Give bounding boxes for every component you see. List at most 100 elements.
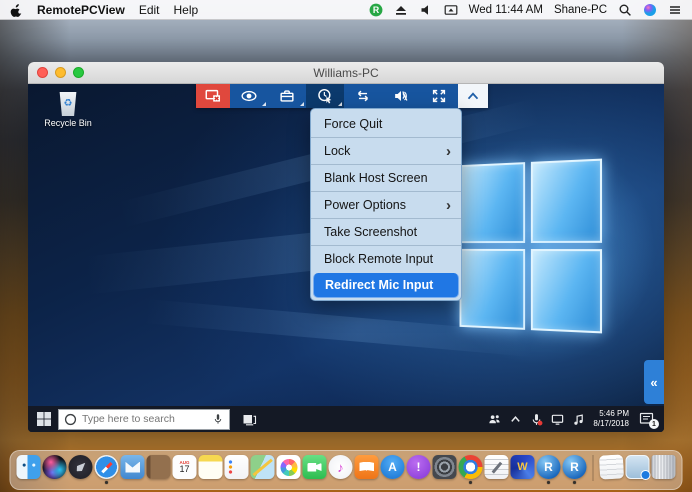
dock-icon-mail[interactable] [121,455,145,479]
dock-icon-reminders[interactable] [225,455,249,479]
people-icon[interactable] [488,413,501,426]
dock-icon-finder[interactable] [17,455,41,479]
dock-icon-facetime[interactable] [303,455,327,479]
taskbar-tray-icons [488,413,585,426]
notification-list-icon[interactable] [668,3,682,17]
recycle-bin-icon: ♻ [59,92,78,116]
tools-button[interactable] [268,84,306,108]
menu-item-label: Blank Host Screen [324,171,451,185]
disconnect-button[interactable] [196,84,230,108]
calendar-day: 17 [179,465,189,474]
dropdown-indicator-icon [338,102,342,106]
display-mirror-icon[interactable] [444,3,458,17]
menubar-app-name[interactable]: RemotePCView [37,3,125,17]
action-center-badge: 1 [649,419,659,429]
dock-icon-calendar[interactable]: AUG17 [173,455,197,479]
dock-icon-notes[interactable] [199,455,223,479]
menubar-menu-help[interactable]: Help [174,3,199,17]
search-input[interactable] [82,413,207,425]
menubar-right: R Wed 11:44 AM Shane-PC [369,3,682,17]
remote-viewer-window: Williams-PC ♻ Recycle Bin Force [28,62,664,432]
dock-icon-minimized-window[interactable] [626,455,650,479]
submenu-arrow-icon: › [446,198,451,213]
menubar-menu-edit[interactable]: Edit [139,3,160,17]
actions-button[interactable] [306,84,344,108]
menu-item-blank-host-screen[interactable]: Blank Host Screen [311,164,461,191]
view-icon [240,87,258,105]
windows-logo [460,159,602,334]
dock-icon-w-app[interactable]: W [511,455,535,479]
menu-item-force-quit[interactable]: Force Quit [311,110,461,137]
menu-item-label: Block Remote Input [324,252,451,266]
siri-icon[interactable] [643,3,657,17]
dock-glyph: W [517,462,527,473]
dock-icon-safari[interactable] [95,455,119,479]
windows-logo-pane [460,162,526,243]
windows-logo-pane [531,159,602,243]
menu-item-take-screenshot[interactable]: Take Screenshot [311,218,461,245]
menubar-status-icons: R [369,3,458,17]
menu-item-redirect-mic-input[interactable]: Redirect Mic Input [313,273,459,298]
menu-item-power-options[interactable]: Power Options› [311,191,461,218]
dock-glyph: ♪ [337,461,344,474]
dock-icon-maps[interactable] [251,455,275,479]
taskbar-search[interactable] [58,409,230,430]
action-center-button[interactable]: 1 [639,412,654,426]
dock-glyph: R [570,461,579,473]
dock-icon-contacts[interactable] [147,455,171,479]
search-icon[interactable] [618,3,632,17]
dock-icon-system-preferences[interactable] [433,455,457,479]
collapse-toolbar-button[interactable] [458,84,488,108]
recycle-bin[interactable]: ♻ Recycle Bin [38,92,98,128]
transfer-button[interactable] [344,84,382,108]
dock-icon-documents-stack[interactable] [599,454,624,479]
audio-muted-button[interactable] [382,84,420,108]
taskbar-clock[interactable]: 5:46 PM 8/17/2018 [593,409,629,428]
apple-logo-icon[interactable] [10,3,23,17]
menu-item-block-remote-input[interactable]: Block Remote Input [311,245,461,272]
close-button[interactable] [37,67,48,78]
windows-taskbar: 5:46 PM 8/17/2018 1 [28,406,664,432]
actions-menu: Force QuitLock› Blank Host Screen Power Op… [310,108,462,301]
collapse-toolbar-icon [464,87,482,105]
dock-icon-siri[interactable] [43,455,67,479]
dock-icon-ibooks[interactable] [355,455,379,479]
menu-item-lock[interactable]: Lock› [311,137,461,164]
search-mic-icon[interactable] [212,413,224,425]
volume-icon[interactable] [419,3,433,17]
disconnect-icon [204,87,222,105]
dock-icon-itunes[interactable]: ♪ [329,455,353,479]
fullscreen-button[interactable] [420,84,458,108]
running-indicator [469,481,472,484]
display-icon[interactable] [551,413,564,426]
dock-icon-remotepc-2[interactable]: R [563,455,587,479]
task-view-button[interactable] [242,412,257,427]
menubar-right-icons [618,3,682,17]
dock-icon-photos[interactable] [277,455,301,479]
eject-icon[interactable] [394,3,408,17]
zoom-button[interactable] [73,67,84,78]
dock-icon-textedit[interactable] [485,455,509,479]
dock-icon-chrome[interactable] [459,455,483,479]
dock-icon-remotepc-1[interactable]: R [537,455,561,479]
dock-icon-trash[interactable] [652,455,676,479]
start-button[interactable] [36,411,52,427]
menubar-clock[interactable]: Wed 11:44 AM [469,4,543,16]
menubar-host-label[interactable]: Shane-PC [554,4,607,16]
dock-icon-feedback[interactable]: ! [407,455,431,479]
dock-icon-launchpad[interactable] [69,455,93,479]
audio-muted-icon [392,87,410,105]
mic-alert-icon[interactable] [530,413,543,426]
remote-desktop-view[interactable]: ♻ Recycle Bin Force QuitLock› Blank Host … [28,84,664,432]
cortana-icon [64,413,77,426]
window-titlebar[interactable]: Williams-PC [28,62,664,84]
remotepc-status-icon[interactable]: R [369,3,383,17]
side-panel-toggle[interactable]: « [644,360,664,404]
dock-icon-app-store[interactable]: A [381,455,405,479]
hidden-icons-icon[interactable] [509,413,522,426]
menu-item-label: Take Screenshot [324,225,451,239]
minimize-button[interactable] [55,67,66,78]
view-button[interactable] [230,84,268,108]
audio-icon[interactable] [572,413,585,426]
submenu-arrow-icon: › [446,144,451,159]
